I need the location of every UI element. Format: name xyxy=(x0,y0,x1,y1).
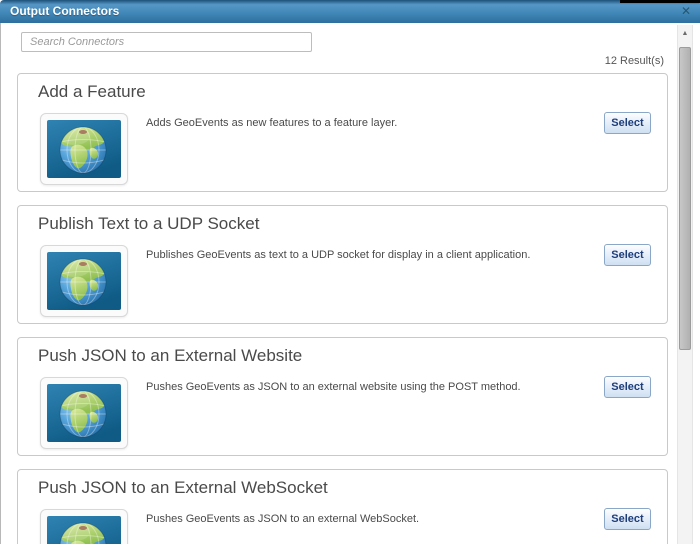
scroll-up-arrow-icon[interactable]: ▲ xyxy=(678,25,692,42)
connector-list: Add a Feature Adds GeoEvents as new feat… xyxy=(17,73,668,544)
select-button[interactable]: Select xyxy=(604,376,651,398)
connector-thumbnail xyxy=(40,509,128,544)
close-icon[interactable]: ✕ xyxy=(681,4,691,18)
connector-card-add-a-feature: Add a Feature Adds GeoEvents as new feat… xyxy=(17,73,668,192)
connector-thumbnail xyxy=(40,377,128,449)
search-input[interactable] xyxy=(21,32,312,52)
connector-card-push-json-websocket: Push JSON to an External WebSocket Pushe… xyxy=(17,469,668,544)
globe-icon xyxy=(47,252,121,310)
connector-thumbnail xyxy=(40,245,128,317)
dialog-body: 12 Result(s) Add a Feature xyxy=(0,23,700,544)
connector-title: Publish Text to a UDP Socket xyxy=(38,214,260,233)
connector-description: Publishes GeoEvents as text to a UDP soc… xyxy=(146,249,531,261)
select-button[interactable]: Select xyxy=(604,244,651,266)
connector-title: Push JSON to an External WebSocket xyxy=(38,478,328,497)
connector-card-publish-text-udp: Publish Text to a UDP Socket Publishes G… xyxy=(17,205,668,324)
connector-title: Push JSON to an External Website xyxy=(38,346,303,365)
vertical-scrollbar[interactable]: ▲ xyxy=(677,25,693,544)
globe-icon xyxy=(47,516,121,544)
connector-card-push-json-website: Push JSON to an External Website Pushes … xyxy=(17,337,668,456)
select-button[interactable]: Select xyxy=(604,112,651,134)
scrollbar-thumb[interactable] xyxy=(679,47,691,350)
connector-title: Add a Feature xyxy=(38,82,146,101)
connector-description: Pushes GeoEvents as JSON to an external … xyxy=(146,381,521,393)
results-count: 12 Result(s) xyxy=(604,55,664,67)
background-window-edge xyxy=(620,0,700,3)
globe-icon xyxy=(47,120,121,178)
connector-thumbnail xyxy=(40,113,128,185)
dialog-title: Output Connectors xyxy=(10,4,120,18)
dialog-titlebar: Output Connectors ✕ xyxy=(0,0,700,23)
connector-description: Pushes GeoEvents as JSON to an external … xyxy=(146,513,420,525)
globe-icon xyxy=(47,384,121,442)
connector-description: Adds GeoEvents as new features to a feat… xyxy=(146,117,398,129)
select-button[interactable]: Select xyxy=(604,508,651,530)
